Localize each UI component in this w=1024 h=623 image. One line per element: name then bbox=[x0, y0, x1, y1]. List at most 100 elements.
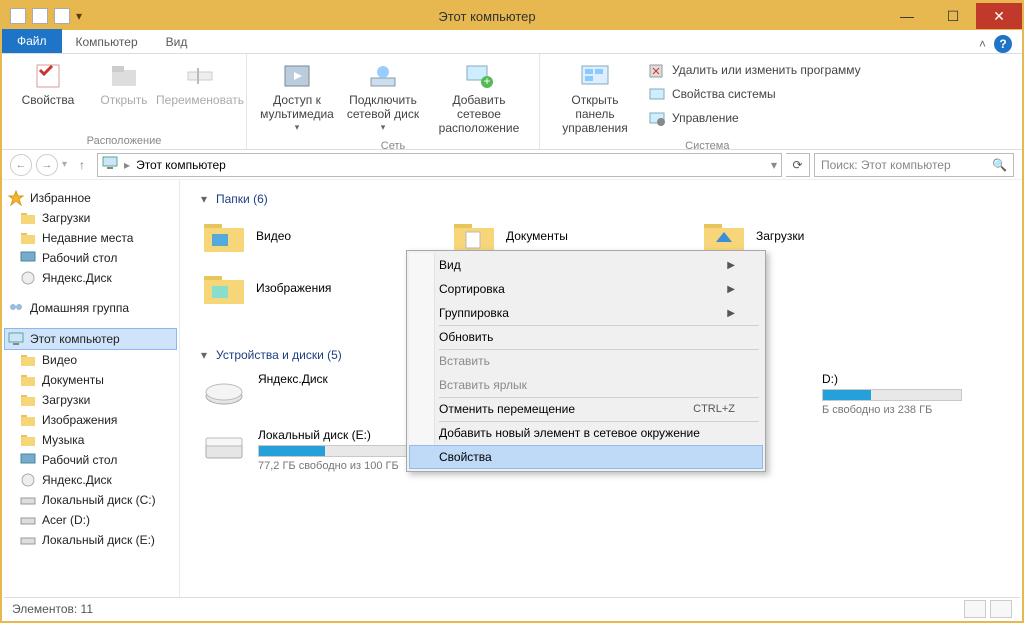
sidebar-pc-video[interactable]: Видео bbox=[4, 350, 177, 370]
add-network-location-button[interactable]: + Добавить сетевое расположение bbox=[429, 58, 529, 137]
uninstall-icon bbox=[648, 62, 666, 80]
app-icon bbox=[10, 8, 26, 24]
tab-view[interactable]: Вид bbox=[152, 31, 202, 53]
sidebar-item-downloads[interactable]: Загрузки bbox=[4, 208, 177, 228]
sidebar-thispc[interactable]: Этот компьютер bbox=[4, 328, 177, 350]
ctx-add-network-element[interactable]: Добавить новый элемент в сетевое окружен… bbox=[409, 421, 763, 445]
context-menu[interactable]: Вид▶ Сортировка▶ Группировка▶ Обновить В… bbox=[406, 250, 766, 472]
ribbon-group-location: Свойства Открыть Переименовать Расположе… bbox=[2, 54, 247, 149]
breadcrumb-thispc[interactable]: Этот компьютер bbox=[136, 158, 226, 172]
breadcrumb-separator[interactable]: ▸ bbox=[124, 158, 130, 172]
tab-file[interactable]: Файл bbox=[2, 29, 62, 53]
submenu-arrow-icon: ▶ bbox=[727, 284, 735, 295]
sidebar-item-yandex[interactable]: Яндекс.Диск bbox=[4, 268, 177, 288]
sidebar-favorites[interactable]: Избранное bbox=[4, 188, 177, 208]
media-access-button[interactable]: Доступ к мультимедиа▾ bbox=[257, 58, 337, 134]
map-drive-button[interactable]: Подключить сетевой диск▾ bbox=[341, 58, 425, 134]
history-dropdown-icon[interactable]: ▾ bbox=[62, 159, 67, 170]
collapse-icon[interactable]: ▾ bbox=[198, 193, 210, 205]
sidebar-pc-yandex[interactable]: Яндекс.Диск bbox=[4, 470, 177, 490]
title-bar: ▾ Этот компьютер — ☐ ✕ bbox=[2, 2, 1022, 30]
submenu-arrow-icon: ▶ bbox=[727, 260, 735, 271]
search-icon: 🔍 bbox=[992, 158, 1007, 172]
ctx-refresh[interactable]: Обновить bbox=[409, 325, 763, 349]
sidebar-pc-desktop[interactable]: Рабочий стол bbox=[4, 450, 177, 470]
search-placeholder: Поиск: Этот компьютер bbox=[821, 158, 992, 172]
ribbon: Свойства Открыть Переименовать Расположе… bbox=[2, 54, 1022, 150]
ctx-sort[interactable]: Сортировка▶ bbox=[409, 277, 763, 301]
qat-newfolder-icon[interactable] bbox=[54, 8, 70, 24]
search-box[interactable]: Поиск: Этот компьютер 🔍 bbox=[814, 153, 1014, 177]
ribbon-group-label: Расположение bbox=[87, 132, 162, 147]
ctx-paste: Вставить bbox=[409, 349, 763, 373]
folders-section-header[interactable]: ▾ Папки (6) bbox=[198, 188, 1004, 210]
ribbon-group-network: Доступ к мультимедиа▾ Подключить сетевой… bbox=[247, 54, 540, 149]
ribbon-tabs: Файл Компьютер Вид ˄ ? bbox=[2, 30, 1022, 54]
system-properties-icon bbox=[648, 86, 666, 104]
sidebar-homegroup[interactable]: Домашняя группа bbox=[4, 298, 177, 318]
uninstall-program-button[interactable]: Удалить или изменить программу bbox=[644, 60, 865, 82]
manage-icon bbox=[648, 110, 666, 128]
qat-properties-icon[interactable] bbox=[32, 8, 48, 24]
ribbon-right: ˄ ? bbox=[969, 35, 1022, 53]
folder-icon bbox=[202, 268, 246, 308]
forward-button[interactable]: → bbox=[36, 154, 58, 176]
navigation-bar: ← → ▾ ↑ ▸ Этот компьютер ▾ ⟳ Поиск: Этот… bbox=[2, 150, 1022, 180]
minimize-button[interactable]: — bbox=[884, 3, 930, 29]
help-icon[interactable]: ? bbox=[994, 35, 1012, 53]
ribbon-group-label: Система bbox=[685, 137, 729, 152]
qat-dropdown-icon[interactable]: ▾ bbox=[76, 9, 82, 23]
capacity-bar bbox=[822, 389, 962, 401]
icons-view-button[interactable] bbox=[990, 600, 1012, 618]
sidebar-pc-downloads[interactable]: Загрузки bbox=[4, 390, 177, 410]
shortcut-label: CTRL+Z bbox=[693, 403, 735, 415]
drive-icon bbox=[202, 428, 246, 468]
ribbon-group-system: Открыть панель управления Удалить или из… bbox=[540, 54, 875, 149]
drive-icon bbox=[202, 372, 246, 412]
drive-d-partial[interactable]: D:) Б свободно из 238 ГБ bbox=[818, 366, 998, 422]
ctx-properties[interactable]: Свойства bbox=[409, 445, 763, 469]
svg-text:+: + bbox=[483, 74, 490, 88]
back-button[interactable]: ← bbox=[10, 154, 32, 176]
ctx-undo-move[interactable]: Отменить перемещениеCTRL+Z bbox=[409, 397, 763, 421]
view-mode-buttons bbox=[964, 600, 1012, 618]
control-panel-button[interactable]: Открыть панель управления bbox=[550, 58, 640, 137]
sidebar-item-recent[interactable]: Недавние места bbox=[4, 228, 177, 248]
sidebar-pc-pictures[interactable]: Изображения bbox=[4, 410, 177, 430]
manage-button[interactable]: Управление bbox=[644, 108, 865, 130]
maximize-button[interactable]: ☐ bbox=[930, 3, 976, 29]
properties-button[interactable]: Свойства bbox=[12, 58, 84, 110]
ctx-group[interactable]: Группировка▶ bbox=[409, 301, 763, 325]
sidebar-item-desktop[interactable]: Рабочий стол bbox=[4, 248, 177, 268]
quick-access-toolbar: ▾ bbox=[2, 8, 90, 24]
control-panel-icon bbox=[579, 60, 611, 92]
close-button[interactable]: ✕ bbox=[976, 3, 1022, 29]
navigation-pane[interactable]: Избранное Загрузки Недавние места Рабочи… bbox=[2, 180, 180, 600]
sidebar-pc-documents[interactable]: Документы bbox=[4, 370, 177, 390]
submenu-arrow-icon: ▶ bbox=[727, 308, 735, 319]
open-icon bbox=[108, 60, 140, 92]
tab-computer[interactable]: Компьютер bbox=[62, 31, 152, 53]
ctx-paste-shortcut: Вставить ярлык bbox=[409, 373, 763, 397]
rename-icon bbox=[184, 60, 216, 92]
system-properties-button[interactable]: Свойства системы bbox=[644, 84, 865, 106]
sidebar-pc-drive-e[interactable]: Локальный диск (E:) bbox=[4, 530, 177, 550]
sidebar-pc-drive-c[interactable]: Локальный диск (C:) bbox=[4, 490, 177, 510]
ribbon-collapse-icon[interactable]: ˄ bbox=[979, 37, 986, 51]
media-icon bbox=[281, 60, 313, 92]
address-dropdown-icon[interactable]: ▾ bbox=[771, 158, 777, 172]
address-bar[interactable]: ▸ Этот компьютер ▾ bbox=[97, 153, 782, 177]
refresh-button[interactable]: ⟳ bbox=[786, 153, 810, 177]
window-controls: — ☐ ✕ bbox=[884, 3, 1022, 29]
window-title: Этот компьютер bbox=[90, 9, 884, 24]
details-view-button[interactable] bbox=[964, 600, 986, 618]
up-button[interactable]: ↑ bbox=[71, 154, 93, 176]
ribbon-group-label: Сеть bbox=[381, 137, 405, 152]
open-button: Открыть bbox=[88, 58, 160, 110]
ctx-view[interactable]: Вид▶ bbox=[409, 253, 763, 277]
rename-button: Переименовать bbox=[164, 58, 236, 110]
collapse-icon[interactable]: ▾ bbox=[198, 349, 210, 361]
sidebar-pc-music[interactable]: Музыка bbox=[4, 430, 177, 450]
sidebar-pc-drive-d[interactable]: Acer (D:) bbox=[4, 510, 177, 530]
map-drive-icon bbox=[367, 60, 399, 92]
